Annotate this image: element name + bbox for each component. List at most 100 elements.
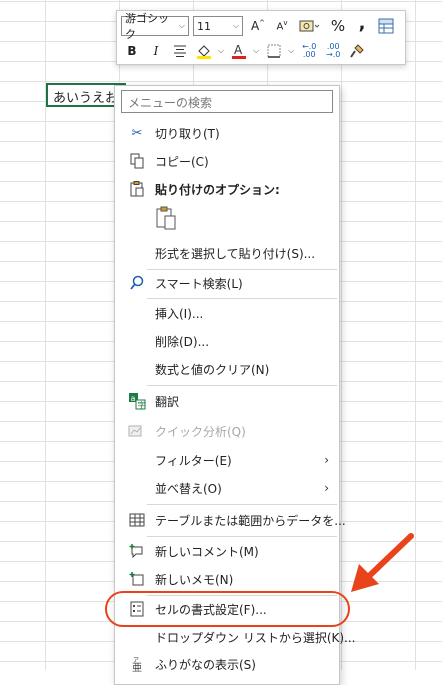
increase-font-size-button[interactable]: A^ (247, 16, 269, 36)
menu-item-label: テーブルまたは範囲からデータを... (155, 513, 346, 528)
menu-divider (147, 385, 337, 386)
svg-text:字: 字 (138, 400, 146, 410)
menu-item-label: ドロップダウン リストから選択(K)... (155, 630, 356, 645)
chevron-down-icon[interactable]: ⌵ (253, 46, 259, 56)
borders-button[interactable] (263, 41, 285, 61)
chevron-down-icon: ⌵ (232, 21, 239, 30)
menu-item-label: コピー(C) (155, 154, 209, 169)
pointer-arrow-icon (351, 533, 414, 592)
align-center-button[interactable] (169, 41, 191, 61)
menu-item-sort[interactable]: 並べ替え(O) › (115, 475, 339, 501)
menu-item-copy[interactable]: コピー(C) (115, 148, 339, 174)
comma-style-button[interactable]: , (351, 12, 373, 36)
percent-style-button[interactable]: % (327, 16, 349, 36)
menu-item-table-from-range[interactable]: テーブルまたは範囲からデータを... (115, 507, 346, 533)
menu-item-delete[interactable]: 削除(D)... (115, 328, 339, 354)
menu-item-paste-options: 貼り付けのオプション: (115, 176, 339, 202)
font-size-value: 11 (197, 19, 211, 33)
menu-item-quick-analysis: クイック分析(Q) (115, 418, 339, 444)
quick-analysis-icon (127, 421, 147, 441)
format-table-button[interactable] (375, 16, 397, 36)
menu-item-label: 新しいメモ(N) (155, 572, 234, 587)
paste-button[interactable] (155, 206, 177, 230)
currency-icon (299, 20, 320, 32)
chevron-right-icon: › (324, 481, 329, 495)
svg-text:亜: 亜 (132, 663, 142, 672)
chevron-down-icon: ⌵ (178, 21, 185, 30)
menu-item-new-note[interactable]: 新しいメモ(N) (115, 566, 339, 592)
menu-item-show-phonetic[interactable]: ア亜 ふりがなの表示(S) (115, 651, 339, 677)
bold-button[interactable]: B (121, 41, 143, 61)
menu-item-clear-contents[interactable]: 数式と値のクリア(N) (115, 356, 339, 382)
format-painter-icon (350, 44, 364, 58)
font-size-select[interactable]: 11 ⌵ (193, 16, 243, 36)
menu-item-label: フィルター(E) (155, 453, 232, 468)
bold-icon: B (127, 44, 137, 58)
menu-search-input[interactable]: メニューの検索 (121, 90, 333, 113)
menu-item-label: 並べ替え(O) (155, 481, 222, 496)
comma-icon: , (358, 12, 366, 34)
menu-item-label: 新しいコメント(M) (155, 544, 259, 559)
italic-icon: I (153, 44, 159, 58)
menu-item-label: 挿入(I)... (155, 306, 204, 321)
menu-item-smart-lookup[interactable]: スマート検索(L) (115, 270, 339, 296)
decrease-font-size-button[interactable]: Av (271, 16, 293, 36)
font-color-button[interactable]: A (228, 41, 250, 61)
menu-divider (147, 536, 337, 537)
new-comment-icon (127, 541, 147, 561)
svg-text:A: A (234, 43, 243, 57)
copy-icon (127, 151, 147, 171)
italic-button[interactable]: I (145, 41, 167, 61)
menu-divider (147, 504, 337, 505)
clipboard-icon (127, 179, 147, 199)
menu-item-label: クイック分析(Q) (155, 424, 246, 439)
font-name-value: 游ゴシック (125, 12, 169, 41)
fill-color-button[interactable] (193, 41, 215, 61)
font-name-select[interactable]: 游ゴシック ⌵ (121, 12, 189, 41)
menu-item-pick-from-dropdown[interactable]: ドロップダウン リストから選択(K)... (115, 624, 356, 650)
fill-color-icon (197, 45, 211, 59)
menu-item-label: スマート検索(L) (155, 276, 243, 291)
align-center-icon (174, 45, 186, 57)
table-format-icon (378, 18, 394, 34)
increase-decimal-icon: ←.0.00 (302, 42, 317, 59)
number-format-button[interactable] (295, 16, 325, 36)
cell-value: あいうえお (53, 91, 119, 106)
decrease-decimal-icon: .00 →.0 (326, 42, 341, 59)
menu-item-label: 形式を選択して貼り付け(S)... (155, 246, 316, 261)
menu-item-insert[interactable]: 挿入(I)... (115, 300, 339, 326)
percent-icon: % (330, 17, 346, 35)
search-icon (127, 273, 147, 293)
table-icon (127, 510, 147, 530)
menu-item-label: 削除(D)... (155, 334, 210, 349)
chevron-down-icon[interactable]: ⌵ (218, 46, 224, 56)
menu-item-paste-special[interactable]: 形式を選択して貼り付け(S)... (115, 240, 339, 266)
chevron-down-icon[interactable]: ⌵ (288, 46, 294, 56)
mini-toolbar: 游ゴシック ⌵ 11 ⌵ A^ Av % , B I ⌵ A ⌵ ⌵ ←.0 .… (116, 10, 406, 65)
menu-search-placeholder: メニューの検索 (128, 96, 213, 110)
menu-item-label: 数式と値のクリア(N) (155, 362, 270, 377)
phonetic-icon: ア亜 (127, 654, 147, 674)
highlight-ring (105, 591, 350, 627)
font-color-icon: A (232, 43, 247, 59)
borders-icon (267, 44, 281, 58)
menu-item-label: 貼り付けのオプション: (155, 182, 280, 197)
decrease-decimal-button[interactable]: .00 →.0 (322, 41, 344, 61)
translate-icon: a字 (127, 391, 147, 411)
menu-item-translate[interactable]: a字 翻訳 (115, 388, 339, 414)
new-note-icon (127, 569, 147, 589)
scissors-icon: ✂ (131, 125, 143, 141)
menu-item-label: 翻訳 (155, 394, 180, 409)
chevron-right-icon: › (324, 453, 329, 467)
menu-item-label: 切り取り(T) (155, 126, 220, 141)
format-painter-button[interactable] (346, 41, 368, 61)
menu-divider (147, 298, 337, 299)
menu-item-new-comment[interactable]: 新しいコメント(M) (115, 538, 339, 564)
increase-decimal-button[interactable]: ←.0.00 (298, 41, 320, 61)
svg-text:a: a (131, 394, 136, 403)
font-decrease-icon: Av (276, 19, 288, 33)
font-increase-icon: A^ (250, 19, 266, 33)
paste-icon (156, 206, 176, 230)
menu-item-cut[interactable]: ✂ 切り取り(T) (115, 120, 339, 146)
menu-item-filter[interactable]: フィルター(E) › (115, 447, 339, 473)
